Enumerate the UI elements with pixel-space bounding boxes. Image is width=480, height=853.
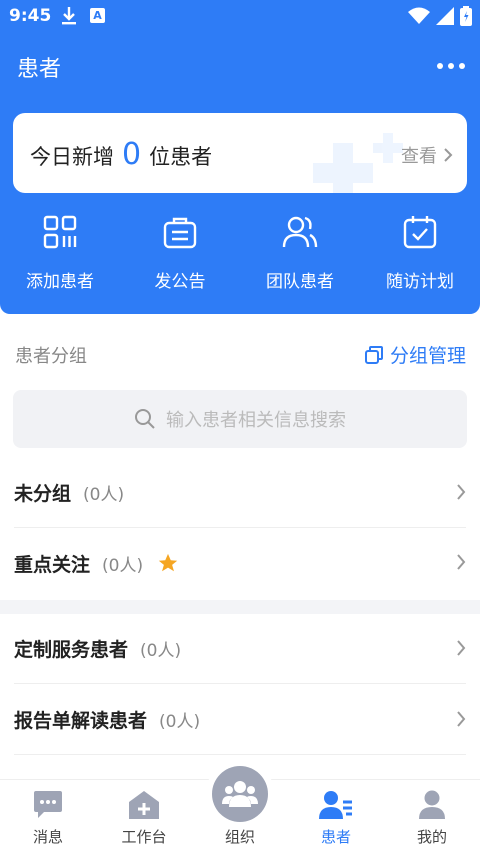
- star-icon: [158, 553, 178, 572]
- bag-icon: [163, 217, 197, 249]
- section-divider: [0, 600, 480, 614]
- summary-prefix: 今日新增: [30, 145, 114, 169]
- post-announcement-button[interactable]: 发公告: [120, 214, 240, 298]
- add-patient-label: 添加患者: [26, 272, 94, 292]
- group-count: (0人): [102, 555, 144, 576]
- add-patient-button[interactable]: 添加患者: [0, 214, 120, 298]
- group-icon: [222, 781, 258, 807]
- tab-messages-label: 消息: [32, 828, 63, 846]
- status-time: 9:45: [9, 6, 52, 26]
- follow-up-plan-button[interactable]: 随访计划: [360, 214, 480, 298]
- chevron-right-icon: [457, 640, 466, 656]
- search-icon: [135, 409, 155, 429]
- user-icon: [419, 790, 445, 819]
- group-name: 报告单解读患者: [14, 710, 148, 732]
- search-placeholder: 输入患者相关信息搜索: [166, 410, 346, 431]
- team-patients-label: 团队患者: [266, 272, 334, 292]
- wifi-icon: [408, 7, 430, 24]
- group-name: 未分组: [14, 483, 72, 505]
- users-icon: [282, 216, 318, 248]
- more-options-button[interactable]: [434, 56, 468, 76]
- summary-suffix: 位患者: [149, 145, 213, 169]
- grid-icon: [43, 215, 77, 249]
- house-plus-icon: [129, 791, 159, 819]
- group-count: (0人): [140, 641, 182, 661]
- patient-groups-header: 患者分组 分组管理: [0, 332, 480, 372]
- group-count: (0人): [159, 712, 201, 732]
- status-bar: 9:45 A: [0, 0, 480, 32]
- chevron-right-icon: [457, 484, 466, 500]
- group-name: 定制服务患者: [14, 639, 129, 661]
- group-count: (0人): [83, 485, 125, 505]
- group-manage-button[interactable]: 分组管理: [364, 341, 466, 368]
- tab-messages[interactable]: 消息: [0, 780, 96, 853]
- view-link-label: 查看: [401, 146, 437, 167]
- cross-decoration-icon: [313, 133, 403, 193]
- patient-search-input[interactable]: 输入患者相关信息搜索: [13, 390, 467, 448]
- chevron-right-icon: [457, 711, 466, 727]
- tab-patients[interactable]: 患者: [288, 780, 384, 853]
- chevron-right-icon: [444, 148, 453, 162]
- group-name: 重点关注: [14, 553, 91, 576]
- app-notification-icon: A: [90, 8, 105, 23]
- quick-actions: 添加患者 发公告 团队患者 随访计划: [0, 214, 480, 298]
- group-row-report-reading[interactable]: 报告单解读患者 (0人): [14, 685, 466, 755]
- post-announcement-label: 发公告: [154, 272, 206, 292]
- page-title: 患者: [17, 57, 62, 82]
- tab-mine-label: 我的: [416, 828, 447, 846]
- patient-card-icon: [319, 791, 352, 819]
- summary-count: 0: [122, 137, 142, 172]
- copy-icon: [364, 345, 383, 364]
- tab-organization-label: 组织: [224, 828, 255, 846]
- battery-icon: [460, 6, 472, 26]
- chat-bubble-icon: [34, 791, 62, 818]
- view-link[interactable]: 查看: [401, 142, 453, 168]
- tab-mine[interactable]: 我的: [384, 780, 480, 853]
- group-row-custom-service[interactable]: 定制服务患者 (0人): [14, 614, 466, 684]
- group-row-key-focus[interactable]: 重点关注 (0人): [14, 528, 466, 598]
- team-patients-button[interactable]: 团队患者: [240, 214, 360, 298]
- today-summary-card[interactable]: 今日新增 0 位患者 查看: [13, 113, 467, 193]
- tab-patients-label: 患者: [320, 828, 351, 846]
- follow-up-plan-label: 随访计划: [386, 272, 454, 292]
- chevron-right-icon: [457, 554, 466, 570]
- calendar-check-icon: [403, 216, 437, 249]
- group-row-ungrouped[interactable]: 未分组 (0人): [14, 458, 466, 528]
- group-manage-label: 分组管理: [389, 345, 466, 367]
- tab-workbench-label: 工作台: [121, 828, 167, 846]
- download-icon: [62, 7, 76, 25]
- signal-icon: [436, 7, 454, 25]
- tab-workbench[interactable]: 工作台: [96, 780, 192, 853]
- organization-button[interactable]: [212, 766, 268, 822]
- patient-groups-title: 患者分组: [15, 346, 87, 367]
